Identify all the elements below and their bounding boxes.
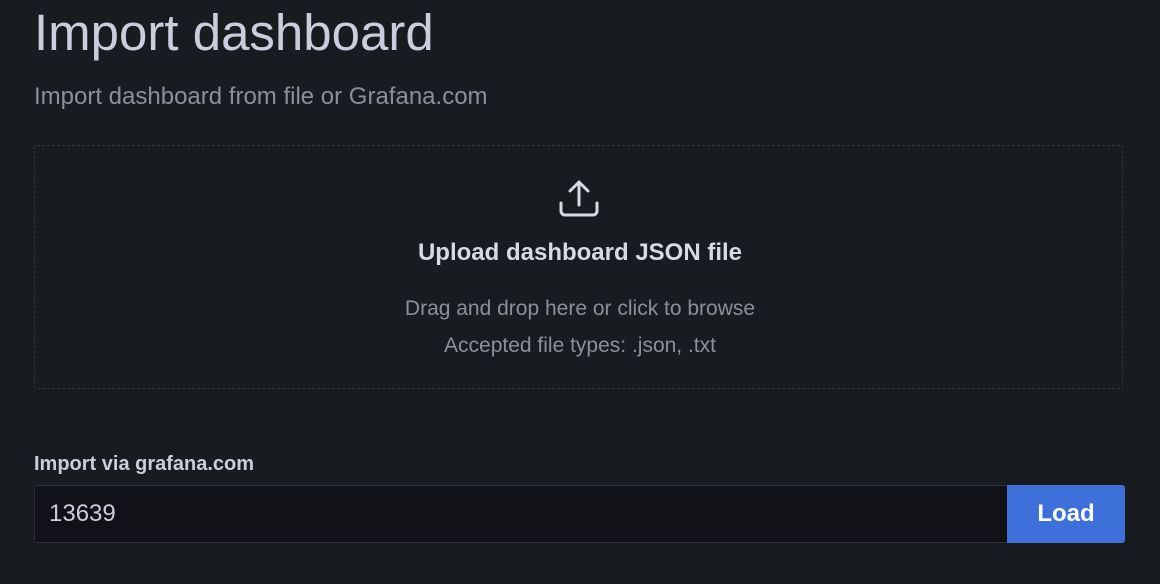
upload-icon [559, 180, 599, 217]
upload-title: Upload dashboard JSON file [417, 239, 743, 266]
load-button[interactable]: Load [1007, 485, 1125, 543]
accepted-file-types: Accepted file types: .json, .txt [444, 334, 716, 357]
page-subtitle: Import dashboard from file or Grafana.co… [34, 83, 488, 110]
upload-hint: Drag and drop here or click to browse [404, 297, 756, 320]
grafana-com-url-input[interactable] [34, 485, 1008, 543]
page-title: Import dashboard [34, 4, 434, 61]
import-via-grafana-com-label: Import via grafana.com [34, 453, 255, 475]
import-dashboard-page: Import dashboard Import dashboard from f… [0, 0, 1160, 584]
